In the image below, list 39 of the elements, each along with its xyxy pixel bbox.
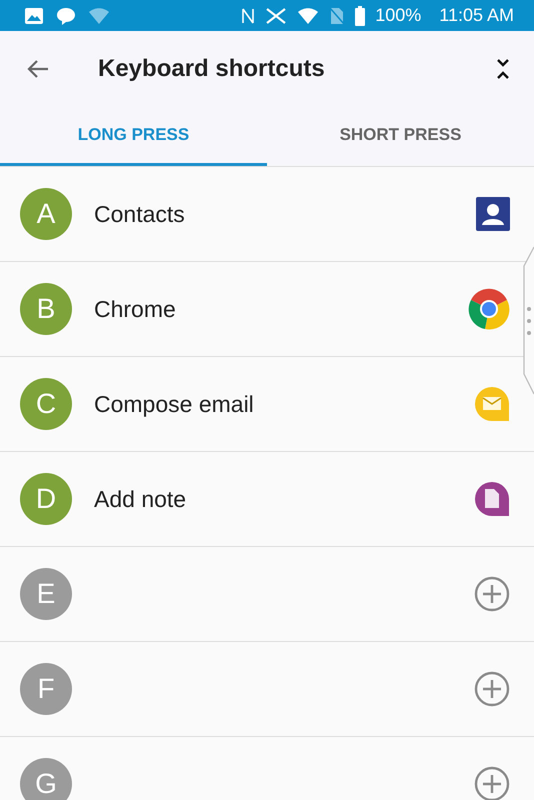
tab[interactable]: SHORT PRESS — [267, 106, 534, 166]
shortcut-row[interactable]: F — [0, 642, 534, 737]
battery-level: 100% — [375, 5, 422, 26]
add-button[interactable] — [474, 671, 510, 707]
letter-avatar: F — [20, 663, 72, 715]
shortcut-label: Contacts — [94, 200, 185, 228]
shortcut-label: Compose email — [94, 390, 254, 418]
add-button[interactable] — [474, 766, 510, 800]
page-title: Keyboard shortcuts — [98, 54, 326, 82]
contacts-icon — [476, 197, 510, 231]
letter-avatar: E — [20, 568, 72, 620]
clock: 11:05 AM — [439, 5, 514, 26]
email-icon — [474, 386, 510, 422]
no-sim-icon — [329, 6, 346, 24]
shortcut-label: Add note — [94, 486, 186, 512]
shortcut-row[interactable]: D Add note — [0, 452, 534, 547]
shortcut-label: Chrome — [94, 296, 176, 322]
shortcut-row[interactable]: A Contacts — [0, 167, 534, 262]
add-button[interactable] — [474, 576, 510, 612]
note-icon — [474, 481, 510, 517]
letter-avatar: C — [20, 378, 72, 430]
tab[interactable]: LONG PRESS — [0, 106, 267, 166]
wifi-icon — [297, 6, 320, 24]
image-icon — [24, 6, 44, 24]
letter-avatar: B — [20, 283, 72, 335]
letter-avatar: A — [20, 188, 72, 240]
shortcut-row[interactable]: E — [0, 547, 534, 642]
battery-icon — [355, 6, 366, 26]
edge-panel-menu[interactable] — [522, 246, 534, 396]
wifi-icon — [88, 6, 110, 24]
chrome-icon — [468, 288, 510, 330]
message-icon — [56, 6, 76, 26]
shortcut-row[interactable]: G — [0, 737, 534, 800]
collapse-icon[interactable] — [496, 58, 510, 80]
shortcut-row[interactable]: C Compose email — [0, 357, 534, 452]
muted-icon — [265, 6, 288, 24]
nfc-icon — [241, 6, 256, 24]
letter-avatar: D — [20, 473, 72, 525]
letter-avatar: G — [20, 758, 72, 800]
